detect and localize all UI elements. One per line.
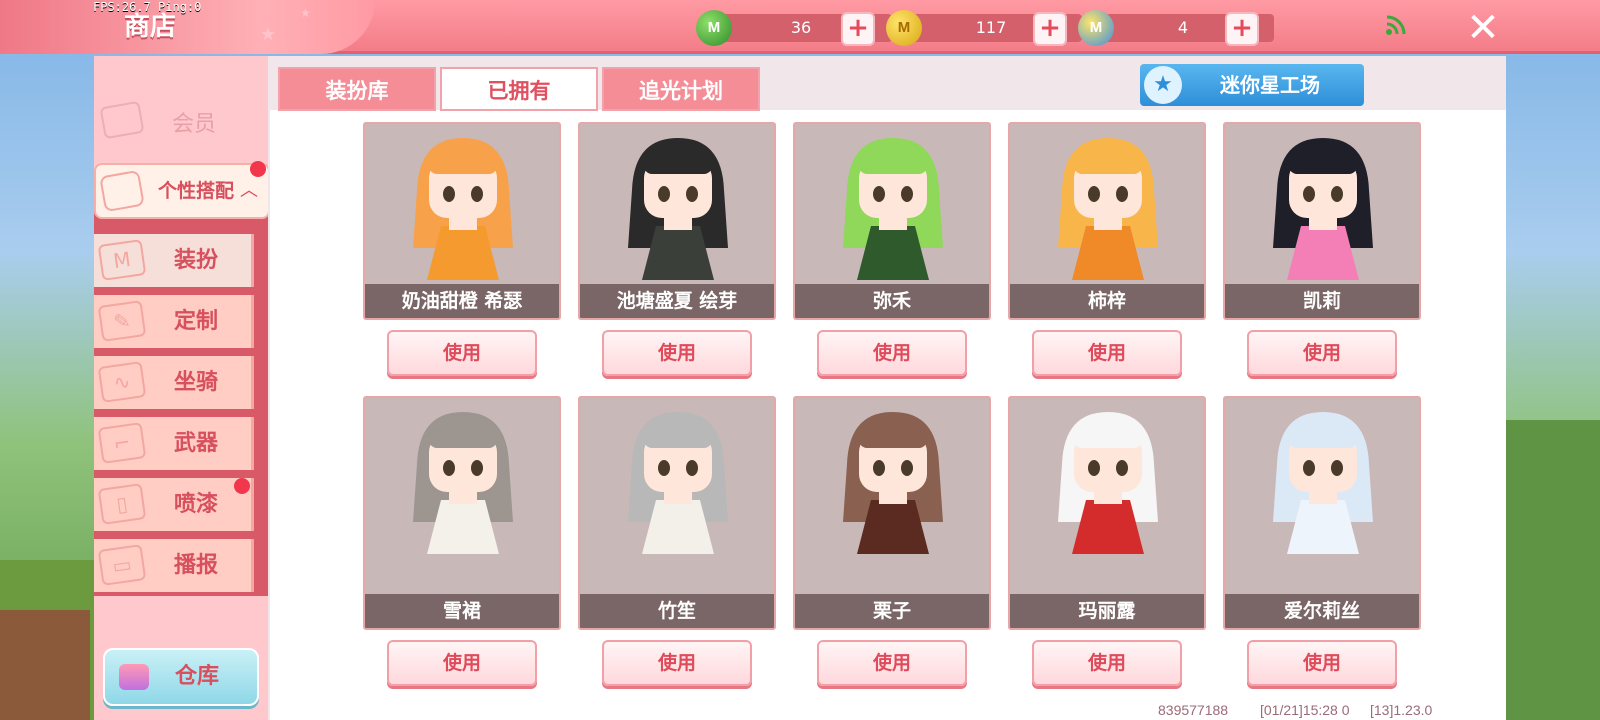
- broadcast-icon: ▭: [97, 544, 147, 586]
- sidebar-item-label: 播报: [174, 553, 219, 578]
- blue-coin-icon: M: [1078, 10, 1114, 46]
- sidebar-item-label: 坐骑: [174, 370, 219, 395]
- weapon-icon: ⌐: [97, 422, 147, 464]
- sidebar-item-label: 武器: [174, 431, 219, 456]
- top-bar: ★ ★ FPS:26.7 Ping:0 商店 36 M + 117 M + 4 …: [0, 0, 1600, 54]
- user-id: 839577188: [1158, 702, 1229, 718]
- outfit-icon: M: [97, 239, 147, 281]
- use-outfit-button[interactable]: 使用: [387, 330, 537, 376]
- outfit-card[interactable]: 玛丽露: [1008, 396, 1206, 630]
- sidebar-item-custom[interactable]: ✎ 定制: [94, 295, 254, 348]
- outfit-card[interactable]: 爱尔莉丝: [1223, 396, 1421, 630]
- outfit-card[interactable]: 雪裙: [363, 396, 561, 630]
- green-gem-icon: M: [696, 10, 732, 46]
- server-timestamp: [01/21]15:28 0: [1260, 702, 1350, 718]
- tab-owned[interactable]: 已拥有: [440, 67, 598, 111]
- outfit-avatar-image: [1273, 138, 1373, 280]
- network-signal-icon: [1386, 15, 1406, 35]
- add-coins-button[interactable]: +: [1033, 12, 1067, 46]
- custom-icon: ✎: [97, 300, 147, 342]
- add-gems-button[interactable]: +: [841, 12, 875, 46]
- star-icon: ★: [1144, 66, 1182, 104]
- sidebar-item-label: 会员: [172, 112, 217, 137]
- outfit-name: 爱尔莉丝: [1225, 594, 1419, 628]
- sidebar-item-weapon[interactable]: ⌐ 武器: [94, 417, 254, 470]
- sidebar-item-outfit[interactable]: M 装扮: [94, 234, 254, 287]
- outfit-name: 奶油甜橙 希瑟: [365, 284, 559, 318]
- use-outfit-button[interactable]: 使用: [1247, 640, 1397, 686]
- use-outfit-button[interactable]: 使用: [1032, 640, 1182, 686]
- version-label: [13]1.23.0: [1370, 702, 1433, 718]
- outfit-avatar-image: [1058, 412, 1158, 554]
- outfit-name: 竹笙: [580, 594, 774, 628]
- add-minicoins-button[interactable]: +: [1225, 12, 1259, 46]
- use-outfit-button[interactable]: 使用: [817, 330, 967, 376]
- gold-coin-icon: M: [886, 10, 922, 46]
- background-grass-block-right: [1506, 420, 1600, 720]
- notification-badge: [250, 161, 266, 177]
- notification-badge: [234, 478, 250, 494]
- outfit-avatar-image: [628, 138, 728, 280]
- use-outfit-button[interactable]: 使用: [387, 640, 537, 686]
- outfit-name: 玛丽露: [1010, 594, 1204, 628]
- star-decoration-icon: ★: [300, 6, 311, 20]
- outfit-avatar-image: [628, 412, 728, 554]
- outfit-card[interactable]: 池塘盛夏 绘芽: [578, 122, 776, 320]
- use-outfit-button[interactable]: 使用: [1032, 330, 1182, 376]
- sidebar-item-spray[interactable]: ▯ 喷漆: [94, 478, 254, 531]
- outfit-name: 凯莉: [1225, 284, 1419, 318]
- outfit-name: 栗子: [795, 594, 989, 628]
- outfit-card[interactable]: 弥禾: [793, 122, 991, 320]
- member-icon: [99, 100, 145, 140]
- warehouse-label: 仓库: [175, 664, 220, 689]
- sidebar-item-label: 喷漆: [174, 492, 219, 517]
- style-icon: [99, 169, 145, 213]
- outfit-card[interactable]: 栗子: [793, 396, 991, 630]
- outfit-card[interactable]: 柿梓: [1008, 122, 1206, 320]
- outfit-avatar-image: [1273, 412, 1373, 554]
- page-title: 商店: [124, 12, 177, 42]
- use-outfit-button[interactable]: 使用: [602, 330, 752, 376]
- use-outfit-button[interactable]: 使用: [817, 640, 967, 686]
- outfit-avatar-image: [843, 138, 943, 280]
- tab-light-chase-plan[interactable]: 追光计划: [602, 67, 760, 111]
- sidebar-item-label: 装扮: [174, 248, 219, 273]
- use-outfit-button[interactable]: 使用: [602, 640, 752, 686]
- use-outfit-button[interactable]: 使用: [1247, 330, 1397, 376]
- tab-outfit-library[interactable]: 装扮库: [278, 67, 436, 111]
- sidebar-item-label: 定制: [174, 309, 219, 334]
- warehouse-chest-icon: [119, 664, 149, 690]
- mini-factory-label: 迷你星工场: [1220, 73, 1320, 97]
- outfit-avatar-image: [1058, 138, 1158, 280]
- sidebar-item-broadcast[interactable]: ▭ 播报: [94, 539, 254, 592]
- sidebar-item-member[interactable]: 会员: [94, 100, 266, 142]
- outfit-card[interactable]: 凯莉: [1223, 122, 1421, 320]
- outfit-avatar-image: [413, 412, 513, 554]
- mount-icon: ∿: [97, 361, 147, 403]
- outfit-name: 弥禾: [795, 284, 989, 318]
- outfit-name: 柿梓: [1010, 284, 1204, 318]
- mini-star-factory-button[interactable]: ★ 迷你星工场: [1140, 64, 1364, 106]
- background-dirt-block: [0, 610, 90, 720]
- sidebar-item-mount[interactable]: ∿ 坐骑: [94, 356, 254, 409]
- close-button[interactable]: ✕: [1463, 8, 1503, 48]
- star-decoration-icon: ★: [260, 24, 277, 45]
- outfit-avatar-image: [413, 138, 513, 280]
- outfit-name: 池塘盛夏 绘芽: [580, 284, 774, 318]
- outfit-card[interactable]: 奶油甜橙 希瑟: [363, 122, 561, 320]
- spray-icon: ▯: [97, 483, 147, 525]
- sidebar-group-personal-style[interactable]: 个性搭配 ︿: [94, 161, 270, 219]
- outfit-avatar-image: [843, 412, 943, 554]
- warehouse-button[interactable]: 仓库: [103, 648, 259, 706]
- outfit-name: 雪裙: [365, 594, 559, 628]
- outfit-card[interactable]: 竹笙: [578, 396, 776, 630]
- sidebar-group-label: 个性搭配: [158, 180, 235, 202]
